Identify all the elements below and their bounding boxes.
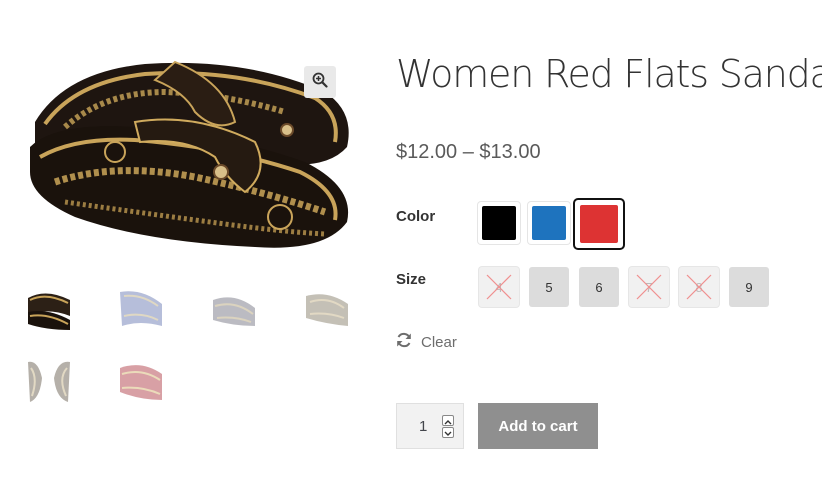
size-option-label: 6 [595, 279, 603, 295]
gallery-thumbnail[interactable] [304, 286, 350, 332]
gallery-thumbnail[interactable] [211, 286, 257, 332]
clear-label: Clear [421, 333, 457, 351]
color-swatch-black[interactable] [478, 202, 520, 244]
size-option-6[interactable]: 6 [579, 267, 619, 307]
color-swatch-red[interactable] [575, 200, 623, 248]
zoom-button[interactable] [304, 66, 336, 98]
color-swatch-fill [580, 205, 618, 243]
gallery-thumbnail[interactable] [26, 286, 72, 332]
color-swatch-blue[interactable] [528, 202, 570, 244]
quantity-input[interactable]: 1 [396, 403, 464, 449]
quantity-decrement-button[interactable] [442, 427, 454, 438]
unavailable-cross-icon [686, 274, 712, 300]
size-label: Size [396, 271, 427, 288]
gallery-thumbnail[interactable] [118, 358, 164, 404]
chevron-down-icon [444, 424, 452, 441]
zoom-in-icon [312, 72, 328, 92]
size-option-4[interactable]: 4 [479, 267, 519, 307]
clear-selection-link[interactable]: Clear [396, 332, 457, 352]
gallery-thumbnail[interactable] [118, 286, 164, 332]
product-price-range: $12.00 – $13.00 [396, 141, 541, 163]
size-option-5[interactable]: 5 [529, 267, 569, 307]
size-option-label: 9 [745, 279, 753, 295]
main-product-image[interactable] [25, 52, 351, 260]
quantity-value: 1 [419, 418, 428, 435]
size-option-8[interactable]: 8 [679, 267, 719, 307]
color-swatch-fill [532, 206, 566, 240]
product-title: Women Red Flats Sandal [396, 52, 822, 96]
color-label: Color [396, 208, 436, 225]
refresh-icon [396, 332, 412, 352]
size-option-label: 5 [545, 279, 553, 295]
unavailable-cross-icon [486, 274, 512, 300]
color-swatch-fill [482, 206, 516, 240]
gallery-thumbnail[interactable] [26, 358, 72, 404]
size-option-9[interactable]: 9 [729, 267, 769, 307]
size-option-7[interactable]: 7 [629, 267, 669, 307]
add-to-cart-button[interactable]: Add to cart [478, 403, 598, 449]
unavailable-cross-icon [636, 274, 662, 300]
